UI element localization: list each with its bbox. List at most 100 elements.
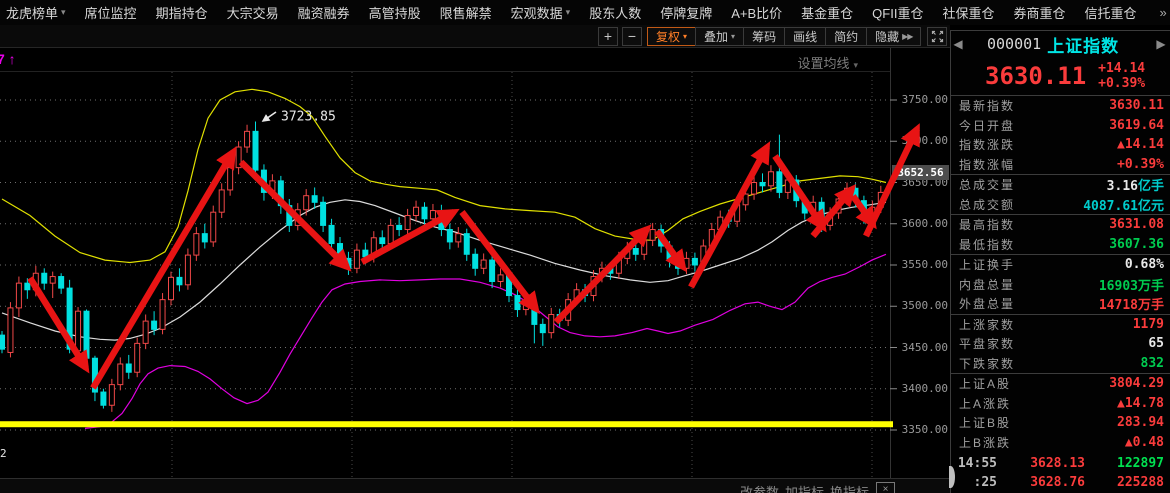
- chevron-down-icon: ▾: [61, 7, 66, 18]
- candle-body: [768, 172, 773, 186]
- fast-forward-icon: ▶▶: [902, 32, 912, 41]
- candle-body: [388, 225, 393, 243]
- toolbar-button-叠加[interactable]: 叠加▾: [695, 27, 744, 46]
- menu-item-4[interactable]: 大宗交易: [227, 3, 279, 22]
- quote-panel-header: ◀ 000001 上证指数 ▶: [951, 31, 1170, 57]
- price-axis: 3750.003700.003650.003600.003550.003500.…: [890, 48, 951, 478]
- price-change-pct: +0.39%: [1098, 76, 1145, 91]
- toolbar-button-label: 隐藏: [875, 28, 899, 45]
- candle-body: [152, 321, 157, 329]
- kline-chart[interactable]: 3723.85: [0, 48, 958, 493]
- stat-value: 1179: [1133, 317, 1164, 332]
- menu-item-14[interactable]: 社保重仓: [942, 3, 994, 22]
- menu-item-15[interactable]: 券商重仓: [1013, 3, 1065, 22]
- candle-body: [126, 364, 131, 372]
- stat-label: 外盘总量: [959, 295, 1015, 312]
- switch-indicator-button[interactable]: 换指标: [830, 482, 869, 493]
- zoom-out-button[interactable]: −: [622, 27, 642, 46]
- menu-item-5[interactable]: 融资融券: [298, 3, 350, 22]
- candle-body: [160, 300, 165, 330]
- stat-label: 上证B股: [959, 414, 1011, 431]
- candle-body: [397, 225, 402, 229]
- stat-label: 上涨家数: [959, 316, 1015, 333]
- toolbar-button-画线[interactable]: 画线: [784, 27, 826, 46]
- stat-value: 283.94: [1117, 415, 1164, 430]
- toolbar-button-筹码[interactable]: 筹码: [743, 27, 785, 46]
- menu-item-6[interactable]: 高管持股: [369, 3, 421, 22]
- candle-body: [253, 131, 258, 170]
- menu-item-9[interactable]: 股东人数: [589, 3, 641, 22]
- candle-body: [549, 315, 554, 333]
- stats-list: 最新指数3630.11今日开盘3619.64指数涨跌▲14.14指数涨幅+0.3…: [951, 95, 1170, 452]
- menu-item-11[interactable]: A+B比价: [731, 3, 782, 22]
- clipped-label: 2: [0, 447, 7, 460]
- tick-row: 14:553628.13122897: [951, 454, 1170, 473]
- next-stock-icon[interactable]: ▶: [1154, 37, 1168, 51]
- drawn-horizontal-line: [0, 421, 893, 427]
- menu-item-3[interactable]: 期指持仓: [156, 3, 208, 22]
- menu-item-label: 股东人数: [589, 3, 641, 22]
- toolbar-button-隐藏[interactable]: 隐藏▶▶: [866, 27, 921, 46]
- axis-tick-label: 3750.00: [902, 93, 948, 106]
- stat-value: 3630.11: [1109, 98, 1164, 113]
- candle-body: [245, 131, 250, 147]
- stat-value: 0.68%: [1125, 257, 1164, 272]
- candle-body: [16, 283, 21, 308]
- stat-value-part: 3607.36: [1109, 237, 1164, 252]
- stat-value-part: 65: [1148, 336, 1164, 351]
- stat-value-part: 283.94: [1117, 415, 1164, 430]
- candle-body: [540, 324, 545, 332]
- stat-value-part: 14718万手: [1099, 298, 1164, 313]
- stat-row: 今日开盘 3619.64: [951, 116, 1170, 136]
- menu-item-label: 信托重仓: [1084, 3, 1136, 22]
- change-params-button[interactable]: 改参数: [740, 482, 779, 493]
- close-icon[interactable]: ×: [876, 482, 895, 493]
- menu-item-12[interactable]: 基金重仓: [801, 3, 853, 22]
- axis-tick-label: 3450.00: [902, 341, 948, 354]
- stat-value: 16903万手: [1099, 275, 1164, 294]
- menu-item-label: 社保重仓: [942, 3, 994, 22]
- candle-body: [92, 358, 97, 392]
- candle-body: [8, 308, 13, 353]
- menu-item-8[interactable]: 宏观数据▾: [511, 3, 571, 22]
- stat-label: 上B涨跌: [959, 434, 1011, 451]
- prev-stock-icon[interactable]: ◀: [951, 37, 965, 51]
- candle-body: [354, 250, 359, 268]
- stat-row: 上证B股 283.94: [951, 413, 1170, 433]
- candle-body: [278, 181, 283, 206]
- toolbar-button-简约[interactable]: 简约: [825, 27, 867, 46]
- stat-label: 总成交额: [959, 196, 1015, 213]
- menu-item-1[interactable]: 龙虎榜单▾: [6, 3, 66, 22]
- menu-item-10[interactable]: 停牌复牌: [660, 3, 712, 22]
- candle-body: [447, 230, 452, 242]
- toolbar-button-label: 画线: [793, 28, 817, 45]
- ma-settings-label: 设置均线: [797, 56, 849, 71]
- menu-item-2[interactable]: 席位监控: [85, 3, 137, 22]
- high-annotation-text: 3723.85: [281, 110, 336, 125]
- candle-body: [676, 260, 681, 268]
- stat-value: 3619.64: [1109, 118, 1164, 133]
- candle-body: [684, 258, 689, 268]
- candle-body: [523, 304, 528, 310]
- add-indicator-button[interactable]: 加指标: [785, 482, 824, 493]
- menu-item-13[interactable]: QFII重仓: [872, 3, 923, 22]
- candle-body: [33, 273, 38, 290]
- candle-body: [785, 180, 790, 192]
- stat-row: 上涨家数 1179: [951, 315, 1170, 335]
- stat-group-1: 最新指数3630.11今日开盘3619.64指数涨跌▲14.14指数涨幅+0.3…: [951, 96, 1170, 175]
- expand-icon[interactable]: [927, 27, 947, 46]
- candle-body: [473, 254, 478, 268]
- last-price: 3630.11: [985, 62, 1086, 90]
- menu-more-icon[interactable]: »: [1160, 5, 1167, 20]
- menu-item-16[interactable]: 信托重仓: [1084, 3, 1136, 22]
- candle-body: [878, 192, 883, 207]
- ma-settings-dropdown[interactable]: 设置均线▾: [797, 53, 858, 72]
- stat-label: 今日开盘: [959, 117, 1015, 134]
- candle-body: [819, 202, 824, 225]
- stat-value: 65: [1148, 336, 1164, 351]
- app-window: 龙虎榜单▾ 席位监控期指持仓大宗交易融资融券高管持股限售解禁宏观数据▾ 股东人数停牌…: [0, 0, 1170, 493]
- toolbar-button-复权[interactable]: 复权▾: [647, 27, 696, 46]
- menu-item-7[interactable]: 限售解禁: [440, 3, 492, 22]
- zoom-in-button[interactable]: +: [598, 27, 618, 46]
- stat-label: 内盘总量: [959, 276, 1015, 293]
